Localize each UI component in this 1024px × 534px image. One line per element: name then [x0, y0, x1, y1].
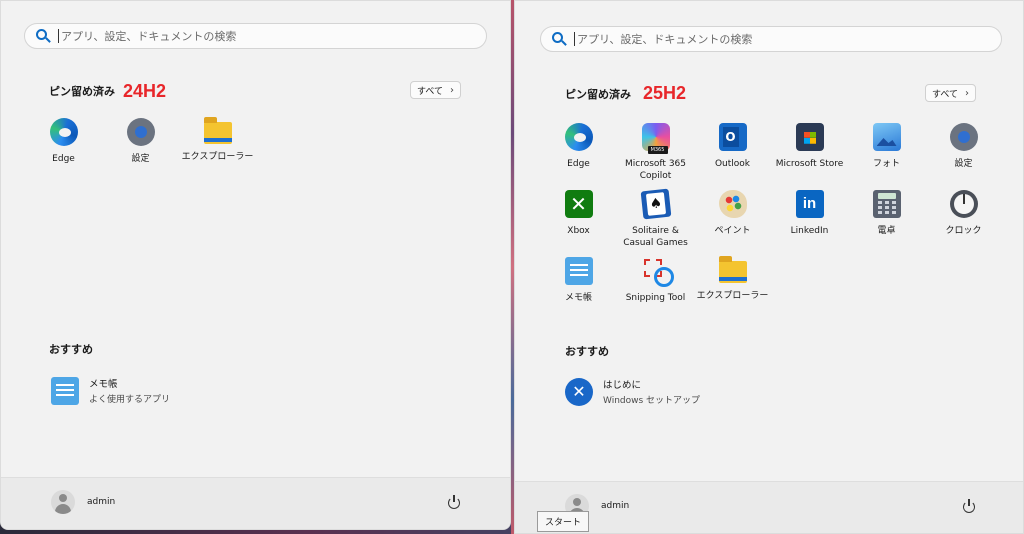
- store-icon: [795, 123, 824, 151]
- pinned-apps-grid: Edge M365 Microsoft 365 Copilot Outlook Micr…: [540, 121, 1002, 322]
- clock-icon: [949, 190, 978, 218]
- solitaire-icon: [640, 188, 671, 220]
- pinned-app-tile[interactable]: エクスプローラー: [694, 255, 771, 322]
- start-menu-25h2: アプリ、設定、ドキュメントの検索 ピン留め済み 25H2 すべて › Edge M…: [514, 0, 1024, 534]
- pinned-app-tile[interactable]: Snipping Tool: [617, 255, 694, 322]
- pinned-app-tile[interactable]: Edge: [540, 121, 617, 188]
- text-caret: [58, 29, 59, 43]
- version-label: 25H2: [643, 83, 687, 103]
- pinned-app-tile[interactable]: Solitaire & Casual Games: [617, 188, 694, 255]
- text-caret: [574, 32, 575, 46]
- calculator-icon: [872, 190, 901, 218]
- search-box[interactable]: アプリ、設定、ドキュメントの検索: [24, 23, 487, 49]
- notepad-icon: [564, 257, 593, 285]
- pinned-app-tile[interactable]: Outlook: [694, 121, 771, 188]
- notepad-icon: [51, 376, 79, 405]
- pinned-app-tile[interactable]: 設定: [102, 116, 179, 183]
- search-placeholder: アプリ、設定、ドキュメントの検索: [577, 33, 753, 46]
- photos-icon: [872, 123, 901, 151]
- pinned-app-label: Microsoft 365 Copilot: [625, 159, 686, 181]
- chevron-right-icon: ›: [450, 84, 455, 96]
- recommended-section-title: おすすめ: [49, 343, 93, 356]
- settings-gear-icon: [124, 116, 157, 148]
- xbox-icon: [564, 190, 593, 218]
- pinned-app-label: 設定: [954, 159, 973, 169]
- pinned-app-label: Edge: [52, 154, 75, 164]
- search-icon: [35, 28, 51, 44]
- recommended-item[interactable]: メモ帳 よく使用するアプリ: [51, 376, 170, 405]
- search-box[interactable]: アプリ、設定、ドキュメントの検索: [540, 26, 1002, 52]
- start-footer: admin: [1, 477, 510, 529]
- user-avatar-icon: [51, 490, 75, 514]
- get-started-icon: [565, 377, 593, 406]
- user-name: admin: [87, 497, 116, 507]
- pinned-app-label: フォト: [872, 159, 900, 169]
- pinned-app-label: ペイント: [714, 226, 751, 236]
- recommended-subtitle: よく使用するアプリ: [89, 395, 171, 405]
- pinned-app-tile[interactable]: 設定: [925, 121, 1002, 188]
- all-apps-label: すべて: [932, 89, 959, 100]
- pinned-app-label: クロック: [945, 226, 982, 236]
- edge-icon: [49, 118, 78, 146]
- pinned-app-label: Outlook: [714, 159, 751, 169]
- pinned-app-label: Snipping Tool: [625, 293, 686, 303]
- all-apps-button[interactable]: すべて ›: [925, 84, 977, 102]
- pinned-app-tile[interactable]: クロック: [925, 188, 1002, 255]
- snipping-tool-icon: [642, 257, 674, 287]
- search-placeholder: アプリ、設定、ドキュメントの検索: [61, 30, 237, 43]
- pinned-app-tile[interactable]: 電卓: [848, 188, 925, 255]
- recommended-title: はじめに: [603, 380, 642, 391]
- recommended-section-title: おすすめ: [565, 345, 609, 358]
- outlook-icon: [718, 123, 747, 151]
- m365-copilot-icon: M365: [641, 123, 670, 154]
- search-icon: [551, 31, 567, 47]
- pinned-app-label: 電卓: [877, 226, 896, 236]
- user-name: admin: [601, 501, 630, 511]
- pinned-app-tile[interactable]: フォト: [848, 121, 925, 188]
- power-icon[interactable]: [961, 499, 977, 515]
- pinned-app-label: エクスプローラー: [696, 291, 769, 301]
- pinned-app-label: エクスプローラー: [181, 152, 254, 162]
- recommended-subtitle: Windows セットアップ: [603, 396, 701, 406]
- recommended-item[interactable]: はじめに Windows セットアップ: [565, 377, 700, 406]
- recommended-title: メモ帳: [89, 379, 118, 390]
- pinned-app-label: メモ帳: [564, 293, 592, 303]
- all-apps-button[interactable]: すべて ›: [410, 81, 462, 99]
- paint-icon: [718, 190, 747, 218]
- edge-icon: [564, 123, 593, 151]
- pinned-app-tile[interactable]: Microsoft Store: [771, 121, 848, 188]
- pinned-app-tile[interactable]: Edge: [25, 116, 102, 183]
- pinned-app-tile[interactable]: ペイント: [694, 188, 771, 255]
- all-apps-label: すべて: [417, 86, 444, 97]
- start-tooltip: スタート: [537, 511, 590, 532]
- pinned-app-tile[interactable]: メモ帳: [540, 255, 617, 322]
- file-explorer-folder-icon: [718, 256, 747, 283]
- pinned-apps-grid: Edge 設定 エクスプローラー: [25, 116, 256, 183]
- pinned-app-label: Xbox: [567, 226, 590, 236]
- pinned-app-tile[interactable]: エクスプローラー: [179, 116, 256, 183]
- pinned-app-tile[interactable]: M365 Microsoft 365 Copilot: [617, 121, 694, 188]
- pinned-section-title: ピン留め済み: [565, 88, 631, 101]
- settings-gear-icon: [947, 121, 980, 153]
- chevron-right-icon: ›: [965, 87, 970, 99]
- user-account-button[interactable]: admin: [51, 490, 115, 514]
- pinned-app-label: 設定: [131, 154, 150, 164]
- power-icon[interactable]: [446, 495, 462, 511]
- start-menu-24h2: アプリ、設定、ドキュメントの検索 ピン留め済み 24H2 すべて › Edge 設…: [0, 0, 511, 530]
- start-footer: admin: [515, 481, 1023, 533]
- pinned-app-label: Edge: [567, 159, 590, 169]
- linkedin-icon: [795, 190, 824, 218]
- version-label: 24H2: [123, 81, 167, 101]
- pinned-section-title: ピン留め済み: [49, 85, 115, 98]
- pinned-app-tile[interactable]: Xbox: [540, 188, 617, 255]
- pinned-app-label: Solitaire & Casual Games: [623, 226, 688, 248]
- pinned-app-label: LinkedIn: [790, 226, 829, 236]
- pinned-app-label: Microsoft Store: [775, 159, 844, 169]
- file-explorer-folder-icon: [203, 117, 232, 144]
- pinned-app-tile[interactable]: LinkedIn: [771, 188, 848, 255]
- app-badge: M365: [647, 146, 668, 154]
